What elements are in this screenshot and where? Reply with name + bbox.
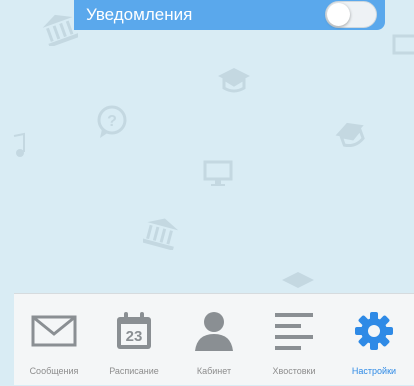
tab-bar: Сообщения 23 Расписание Кабинет Хвостовк… (14, 293, 414, 385)
calendar-icon: 23 (115, 311, 153, 351)
calendar-day-number: 23 (126, 328, 143, 345)
bg-note-icon (12, 130, 26, 160)
notifications-row: Уведомления (74, 0, 385, 30)
tab-label: Кабинет (196, 366, 232, 376)
bg-monitor-icon (392, 34, 414, 62)
toggle-knob (327, 3, 350, 26)
list-icon (273, 311, 315, 351)
tab-debts[interactable]: Хвостовки (254, 294, 334, 386)
notifications-toggle[interactable] (325, 1, 377, 28)
notifications-label: Уведомления (86, 5, 193, 24)
tab-schedule[interactable]: 23 Расписание (94, 294, 174, 386)
tab-messages[interactable]: Сообщения (14, 294, 94, 386)
svg-text:?: ? (107, 113, 117, 130)
bg-monitor-icon (203, 160, 233, 188)
tab-settings[interactable]: Настройки (334, 294, 414, 386)
bg-grad-cap-icon (216, 66, 252, 96)
bg-museum-icon (42, 12, 78, 46)
tab-label: Сообщения (29, 366, 79, 376)
gear-icon (353, 311, 395, 351)
bg-museum-icon (143, 216, 179, 250)
tab-label: Расписание (109, 366, 159, 376)
tab-cabinet[interactable]: Кабинет (174, 294, 254, 386)
tab-label: Хвостовки (272, 366, 316, 376)
envelope-icon (31, 311, 77, 351)
user-icon (193, 311, 235, 351)
bg-grad-cap-icon (335, 120, 369, 154)
tab-label: Настройки (351, 366, 397, 376)
bg-question-bubble-icon: ? (94, 104, 130, 140)
